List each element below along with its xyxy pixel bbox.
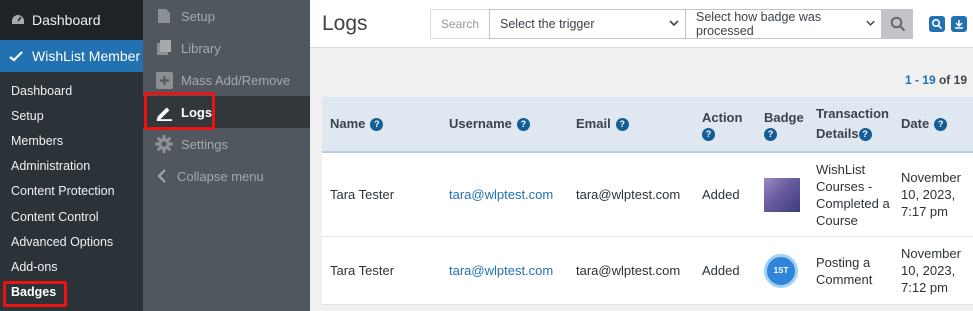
- submenu-add-ons[interactable]: Add-ons: [0, 254, 143, 279]
- processed-select[interactable]: Select how badge was processed: [686, 8, 882, 39]
- help-icon[interactable]: ?: [702, 127, 715, 141]
- submenu-members[interactable]: Members: [0, 128, 143, 153]
- gradient-badge-image: [764, 177, 800, 212]
- header-icons: [929, 15, 973, 32]
- col-date[interactable]: Date?: [901, 114, 973, 134]
- badges-menu-settings[interactable]: Settings: [143, 128, 310, 160]
- cell-action: Added: [702, 263, 740, 278]
- help-icon[interactable]: ?: [934, 117, 948, 131]
- chevron-left-icon: [155, 167, 169, 185]
- trigger-select[interactable]: Select the trigger: [489, 8, 686, 39]
- file-icon: [155, 7, 173, 25]
- page-of: of: [938, 73, 951, 87]
- col-username[interactable]: Username?: [449, 114, 576, 134]
- badges-menu-setup[interactable]: Setup: [143, 0, 310, 32]
- cell-badge: 1ST: [764, 253, 816, 288]
- page-total: 19: [953, 73, 967, 87]
- export-icon[interactable]: [951, 15, 967, 32]
- check-icon: [9, 51, 23, 62]
- search-icon: [890, 16, 905, 31]
- cell-email: tara@wlptest.com: [576, 187, 681, 202]
- logs-header: Logs Search Select the trigger Select ho…: [310, 0, 973, 48]
- table-header: Name? Username? Email? Action? Badge? Tr…: [322, 97, 973, 153]
- chevron-down-icon: [866, 20, 875, 26]
- help-icon[interactable]: ?: [370, 117, 384, 131]
- cell-transaction: WishList Courses - Completed a Course: [816, 161, 890, 228]
- submenu-dashboard[interactable]: Dashboard: [0, 78, 143, 103]
- menu-dashboard[interactable]: Dashboard: [0, 0, 143, 40]
- badges-menu-mass-add-remove[interactable]: Mass Add/Remove: [143, 64, 310, 96]
- table-row: Tara Tester tara@wlptest.com tara@wlptes…: [322, 237, 973, 305]
- cell-name: Tara Tester: [330, 187, 395, 202]
- plus-box-icon: [155, 71, 173, 89]
- cell-username[interactable]: tara@wlptest.com: [449, 186, 576, 203]
- menu-wishlist-member[interactable]: WishList Member: [0, 40, 143, 72]
- cell-badge: [764, 177, 816, 212]
- menu-wishlist-label: WishList Member: [32, 48, 141, 64]
- pagination-info: 1 - 19 of 19: [905, 73, 967, 87]
- submenu-advanced-options[interactable]: Advanced Options: [0, 229, 143, 254]
- page-range: 1 - 19: [904, 73, 936, 87]
- gear-icon: [155, 135, 173, 153]
- col-transaction-details[interactable]: Transaction Details?: [816, 104, 901, 144]
- search-input[interactable]: Search: [430, 8, 489, 39]
- help-icon[interactable]: ?: [615, 117, 629, 131]
- cell-transaction: Posting a Comment: [816, 254, 873, 287]
- cell-date: November 10, 2023, 7:17 pm: [901, 170, 961, 219]
- main-content: Logs Search Select the trigger Select ho…: [310, 0, 973, 311]
- first-post-badge: 1ST: [764, 253, 798, 288]
- library-icon: [155, 39, 173, 57]
- search-button[interactable]: [882, 8, 913, 39]
- badges-menu-logs[interactable]: Logs: [143, 96, 310, 128]
- search-log-icon[interactable]: [929, 15, 945, 32]
- col-email[interactable]: Email?: [576, 114, 702, 134]
- table-row: Tara Tester tara@wlptest.com tara@wlptes…: [322, 153, 973, 237]
- help-icon[interactable]: ?: [516, 117, 530, 131]
- submenu-content-control[interactable]: Content Control: [0, 204, 143, 229]
- cell-date: November 10, 2023, 7:12 pm: [901, 246, 961, 295]
- cell-action: Added: [702, 187, 740, 202]
- admin-sidebar: Dashboard WishList Member Dashboard Setu…: [0, 0, 143, 311]
- help-icon[interactable]: ?: [858, 127, 872, 141]
- submenu-content-protection[interactable]: Content Protection: [0, 179, 143, 204]
- cell-name: Tara Tester: [330, 263, 395, 278]
- dashboard-icon: [12, 15, 24, 24]
- plugin-submenu: Dashboard Setup Members Administration C…: [0, 72, 143, 311]
- filters: Search Select the trigger Select how bad…: [430, 8, 913, 39]
- col-action[interactable]: Action?: [702, 108, 764, 141]
- badges-menu: Setup Library Mass Add/Remove Logs Setti…: [143, 0, 310, 311]
- submenu-badges[interactable]: Badges: [0, 280, 143, 305]
- menu-dashboard-label: Dashboard: [32, 12, 101, 28]
- chevron-down-icon: [669, 20, 679, 27]
- pencil-icon: [155, 103, 173, 121]
- page-title: Logs: [322, 11, 368, 35]
- logs-table: Name? Username? Email? Action? Badge? Tr…: [322, 97, 973, 305]
- col-badge[interactable]: Badge?: [764, 108, 816, 141]
- cell-email: tara@wlptest.com: [576, 263, 681, 278]
- badges-menu-library[interactable]: Library: [143, 32, 310, 64]
- help-icon[interactable]: ?: [764, 127, 777, 141]
- submenu-setup[interactable]: Setup: [0, 103, 143, 128]
- collapse-menu[interactable]: Collapse menu: [143, 160, 310, 192]
- cell-username[interactable]: tara@wlptest.com: [449, 262, 576, 279]
- submenu-administration[interactable]: Administration: [0, 154, 143, 179]
- col-name[interactable]: Name?: [322, 114, 449, 134]
